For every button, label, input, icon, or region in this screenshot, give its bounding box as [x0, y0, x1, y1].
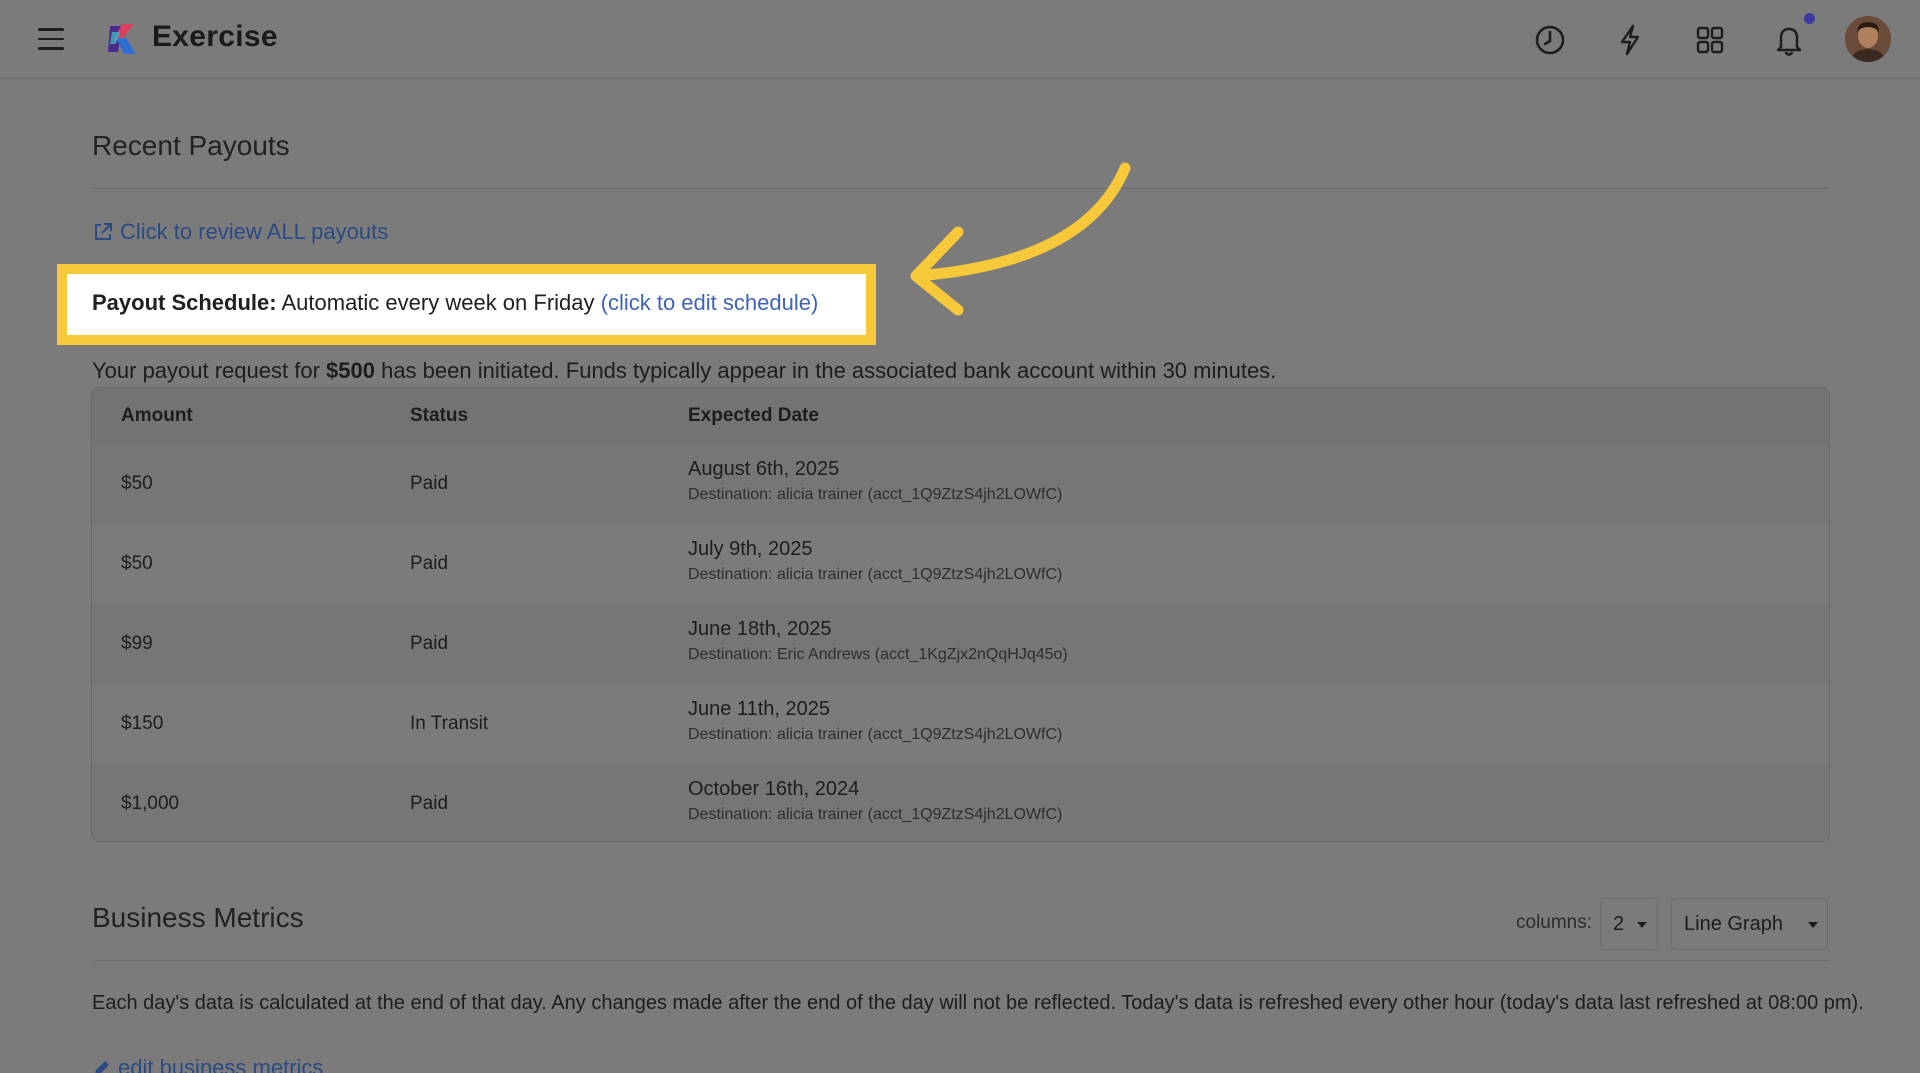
annotation-arrow-icon — [910, 162, 1131, 316]
review-all-payouts-link[interactable]: Click to review ALL payouts — [92, 219, 388, 245]
bell-icon[interactable] — [1769, 20, 1809, 60]
columns-label: columns: — [1516, 912, 1593, 933]
table-row: $1,000 Paid October 16th, 2024 Destinati… — [92, 764, 1829, 841]
edit-schedule-link[interactable]: (click to edit schedule) — [601, 290, 819, 315]
review-all-payouts-label: Click to review ALL payouts — [120, 219, 389, 244]
chevron-down-icon — [1637, 922, 1647, 928]
row-status: Paid — [410, 553, 449, 574]
row-amount: $50 — [121, 553, 153, 574]
table-header: Amount Status Expected Date — [92, 388, 1829, 444]
table-row: $99 Paid June 18th, 2025 Destination: Er… — [92, 604, 1829, 684]
external-link-icon — [95, 223, 112, 240]
edit-business-metrics-label: edit business metrics — [118, 1055, 324, 1073]
payout-schedule: Payout Schedule: Automatic every week on… — [92, 290, 818, 316]
apps-grid-icon[interactable] — [1690, 20, 1730, 60]
chart-type-select-value: Line Graph — [1684, 913, 1783, 935]
payout-schedule-value: Automatic every week on Friday — [276, 290, 601, 315]
table-row: $50 Paid August 6th, 2025 Destination: a… — [92, 444, 1829, 524]
columns-select[interactable]: 2 — [1600, 898, 1658, 950]
column-header-expected-date: Expected Date — [688, 405, 819, 426]
app-title: Exercise — [152, 20, 278, 53]
row-amount: $99 — [121, 633, 153, 654]
lightning-icon[interactable] — [1610, 20, 1650, 60]
row-status: Paid — [410, 793, 449, 814]
row-date: June 11th, 2025 — [688, 698, 830, 720]
business-metrics-title: Business Metrics — [92, 902, 304, 933]
row-amount: $150 — [121, 713, 164, 734]
row-date: June 18th, 2025 — [688, 618, 832, 640]
row-amount: $1,000 — [121, 793, 180, 814]
row-destination: Destination: alicia trainer (acct_1Q9Ztz… — [688, 566, 1063, 583]
row-date: July 9th, 2025 — [688, 538, 813, 560]
row-destination: Destination: Eric Andrews (acct_1KgZjx2n… — [688, 646, 1068, 663]
edit-business-metrics-link[interactable]: edit business metrics — [92, 1055, 323, 1073]
payout-initiated-message: Your payout request for $500 has been in… — [92, 358, 1277, 383]
exercise-logo-icon — [108, 24, 136, 54]
row-status: In Transit — [410, 713, 489, 734]
history-icon[interactable] — [1530, 20, 1570, 60]
row-destination: Destination: alicia trainer (acct_1Q9Ztz… — [688, 486, 1063, 503]
hamburger-menu-icon[interactable] — [38, 28, 64, 50]
chevron-down-icon — [1808, 922, 1818, 928]
column-header-status: Status — [410, 405, 469, 426]
pencil-icon — [95, 1061, 109, 1073]
row-destination: Destination: alicia trainer (acct_1Q9Ztz… — [688, 726, 1063, 743]
row-destination: Destination: alicia trainer (acct_1Q9Ztz… — [688, 806, 1063, 823]
row-date: October 16th, 2024 — [688, 778, 860, 800]
row-amount: $50 — [121, 473, 153, 494]
user-avatar[interactable] — [1845, 16, 1891, 62]
row-date: August 6th, 2025 — [688, 458, 840, 480]
notification-dot — [1804, 13, 1815, 24]
table-row: $50 Paid July 9th, 2025 Destination: ali… — [92, 524, 1829, 604]
payout-schedule-label: Payout Schedule: — [92, 290, 277, 315]
top-bar: Exercise — [0, 0, 1920, 79]
section-divider — [92, 960, 1829, 961]
chart-type-select[interactable]: Line Graph — [1671, 898, 1828, 950]
recent-payouts-title: Recent Payouts — [92, 130, 290, 161]
payouts-table: Amount Status Expected Date $50 Paid Aug… — [91, 387, 1830, 842]
columns-select-value: 2 — [1613, 913, 1625, 935]
metrics-refresh-note: Each day's data is calculated at the end… — [92, 992, 1864, 1014]
payout-initiated-amount: $500 — [326, 358, 375, 383]
column-header-amount: Amount — [121, 405, 193, 426]
table-row: $150 In Transit June 11th, 2025 Destinat… — [92, 684, 1829, 764]
row-status: Paid — [410, 473, 449, 494]
row-status: Paid — [410, 633, 449, 654]
